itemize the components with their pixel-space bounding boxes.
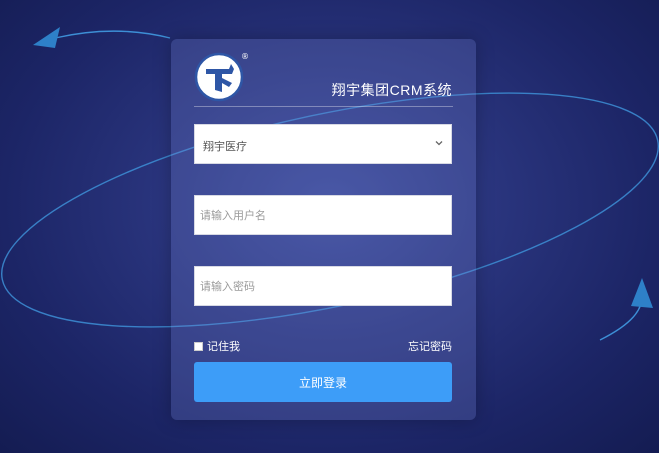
company-select[interactable]: 翔宇医疗	[194, 124, 452, 164]
registered-mark: ®	[241, 52, 249, 61]
logo: ®	[194, 50, 254, 102]
cross-logo-icon: ®	[194, 52, 249, 102]
forgot-password-link[interactable]: 忘记密码	[408, 338, 452, 354]
login-card: ® 翔宇集团CRM系统 翔宇医疗 记住我 忘记密码 立即登录	[171, 39, 476, 420]
remember-me[interactable]: 记住我	[194, 338, 240, 354]
username-input[interactable]	[195, 196, 451, 234]
remember-label: 记住我	[207, 340, 240, 353]
login-button[interactable]: 立即登录	[194, 362, 452, 402]
top-left-arrow-icon	[33, 27, 60, 48]
app-title: 翔宇集团CRM系统	[331, 82, 452, 98]
username-field	[194, 195, 452, 235]
password-field	[194, 266, 452, 306]
password-input[interactable]	[195, 267, 451, 305]
chevron-down-icon	[435, 141, 443, 146]
right-arrow-icon	[631, 278, 653, 308]
company-select-value: 翔宇医疗	[203, 140, 247, 153]
remember-checkbox[interactable]	[194, 341, 203, 351]
divider	[194, 106, 453, 107]
